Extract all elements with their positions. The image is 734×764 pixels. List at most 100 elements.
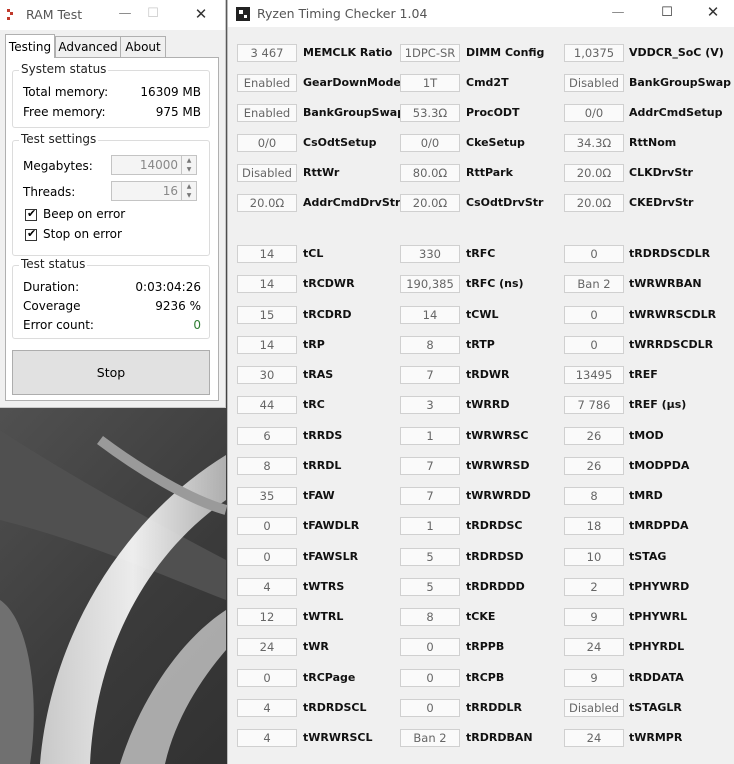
config-value-cell: 53.3Ω (400, 104, 460, 122)
timing-value-cell: 330 (400, 245, 460, 263)
timing-label: tFAWDLR (303, 519, 360, 533)
ram-app-icon (7, 9, 19, 21)
maximize-button[interactable]: ☐ (647, 0, 687, 27)
timing-label: tWRWRSD (466, 458, 530, 472)
config-label: AddrCmdSetup (629, 106, 723, 119)
timing-value-cell: 24 (237, 638, 297, 657)
window-title: Ryzen Timing Checker 1.04 (257, 6, 428, 21)
timing-label: tSTAG (629, 549, 667, 563)
checkmark-icon: ✔ (27, 207, 37, 220)
group-title: Test status (19, 257, 88, 271)
timing-value-cell: 15 (237, 305, 297, 324)
coverage-value: 9236 % (155, 299, 201, 313)
timing-value-cell: 0 (237, 547, 297, 566)
timing-label: tMRDPDA (629, 519, 689, 533)
timing-value-cell: 1 (400, 426, 460, 445)
app-logo-icon (236, 7, 250, 21)
timing-value-cell: 8 (400, 335, 460, 354)
timing-label: tRDDATA (629, 670, 684, 684)
timing-value-cell: Ban 2 (400, 729, 460, 747)
beep-label[interactable]: Beep on error (43, 207, 125, 221)
maximize-button[interactable]: ☐ (133, 0, 173, 30)
config-value-cell: 80.0Ω (400, 164, 460, 182)
coverage-label: Coverage (23, 299, 81, 313)
config-value-cell: 1DPC-SR (400, 44, 460, 62)
timing-label: tRRDS (303, 428, 343, 442)
timing-label: tMOD (629, 428, 664, 442)
ram-test-window: RAM Test — ☐ ✕ Testing Advanced About Sy… (0, 0, 226, 408)
timing-label: tCL (303, 247, 324, 260)
close-button[interactable]: ✕ (693, 0, 733, 27)
timing-label: tFAW (303, 489, 335, 502)
config-label: AddrCmdDrvStr (303, 196, 401, 209)
config-label: RttPark (466, 166, 513, 179)
timing-value-cell: 0 (564, 245, 624, 263)
timing-label: tCWL (466, 307, 499, 321)
config-value-cell: 20.0Ω (400, 194, 460, 212)
config-label: DIMM Config (466, 46, 545, 59)
config-value-cell: 1T (400, 74, 460, 92)
stop-on-error-label[interactable]: Stop on error (43, 227, 122, 241)
tab-advanced[interactable]: Advanced (55, 36, 121, 57)
config-value-cell: Enabled (237, 74, 297, 92)
timing-label: tRCDWR (303, 277, 355, 291)
timing-label: tWTRS (303, 579, 345, 593)
testing-panel: System status Total memory: 16309 MB Fre… (5, 57, 219, 401)
timing-value-cell: 12 (237, 608, 297, 626)
timing-value-cell: 5 (400, 547, 460, 566)
tab-testing[interactable]: Testing (5, 34, 55, 58)
timing-value-cell: 4 (237, 698, 297, 717)
config-value-cell: Disabled (564, 74, 624, 92)
timing-label: tRFC (466, 247, 496, 260)
timing-label: tRAS (303, 368, 334, 381)
test-settings-group: Test settings Megabytes: 14000 ▲ ▼ Thread… (12, 132, 210, 256)
timing-value-cell: 0 (237, 517, 297, 536)
tab-about[interactable]: About (120, 36, 166, 57)
timing-label: tRDRDSC (466, 519, 523, 533)
timing-label: tWRRDSCDLR (629, 337, 714, 351)
timing-label: tWTRL (303, 610, 344, 623)
timing-value-cell: 26 (564, 456, 624, 475)
timing-label: tCKE (466, 610, 496, 623)
spin-arrows-icon[interactable]: ▲ ▼ (181, 182, 196, 200)
timing-label: tWR (303, 640, 329, 654)
timing-value-cell: 0 (400, 668, 460, 687)
timing-label: tRDRDBAN (466, 731, 533, 744)
config-label: RttWr (303, 166, 340, 179)
threads-stepper[interactable]: 16 ▲ ▼ (111, 181, 197, 201)
config-label: CLKDrvStr (629, 166, 693, 179)
timing-value-cell: 2 (564, 577, 624, 596)
timing-value-cell: 8 (400, 608, 460, 626)
timing-label: tRCDRD (303, 307, 352, 321)
config-value-cell: 20.0Ω (237, 194, 297, 212)
timing-value-cell: 0 (564, 335, 624, 354)
config-label: CKEDrvStr (629, 196, 694, 209)
timing-label: tREF (629, 368, 658, 381)
megabytes-label: Megabytes: (23, 159, 93, 173)
window-title: RAM Test (26, 7, 83, 22)
close-button[interactable]: ✕ (181, 0, 221, 30)
timing-label: tMRD (629, 489, 663, 502)
total-memory-label: Total memory: (23, 85, 109, 99)
timing-value-cell: 0 (564, 305, 624, 324)
timing-label: tRDWR (466, 368, 510, 381)
config-value-cell: 1,0375 (564, 44, 624, 62)
spin-arrows-icon[interactable]: ▲ ▼ (181, 156, 196, 174)
stop-button[interactable]: Stop (12, 350, 210, 395)
timing-label: tWRMPR (629, 731, 683, 744)
ram-test-titlebar[interactable]: RAM Test — ☐ ✕ (0, 0, 225, 30)
megabytes-stepper[interactable]: 14000 ▲ ▼ (111, 155, 197, 175)
timing-label: tMODPDA (629, 458, 690, 472)
rtc-titlebar[interactable]: Ryzen Timing Checker 1.04 — ☐ ✕ (228, 0, 734, 27)
timing-value-cell: 3 (400, 396, 460, 415)
stop-on-error-checkbox[interactable]: ✔ (25, 227, 37, 241)
timing-label: tRC (303, 398, 325, 412)
config-label: ProcODT (466, 106, 520, 119)
checkmark-icon: ✔ (27, 227, 37, 240)
timing-value-cell: Disabled (564, 698, 624, 717)
config-label: Cmd2T (466, 76, 509, 89)
minimize-button[interactable]: — (598, 0, 638, 27)
system-status-group: System status Total memory: 16309 MB Fre… (12, 62, 210, 128)
timing-label: tRCPB (466, 670, 505, 684)
beep-checkbox[interactable]: ✔ (25, 207, 37, 221)
